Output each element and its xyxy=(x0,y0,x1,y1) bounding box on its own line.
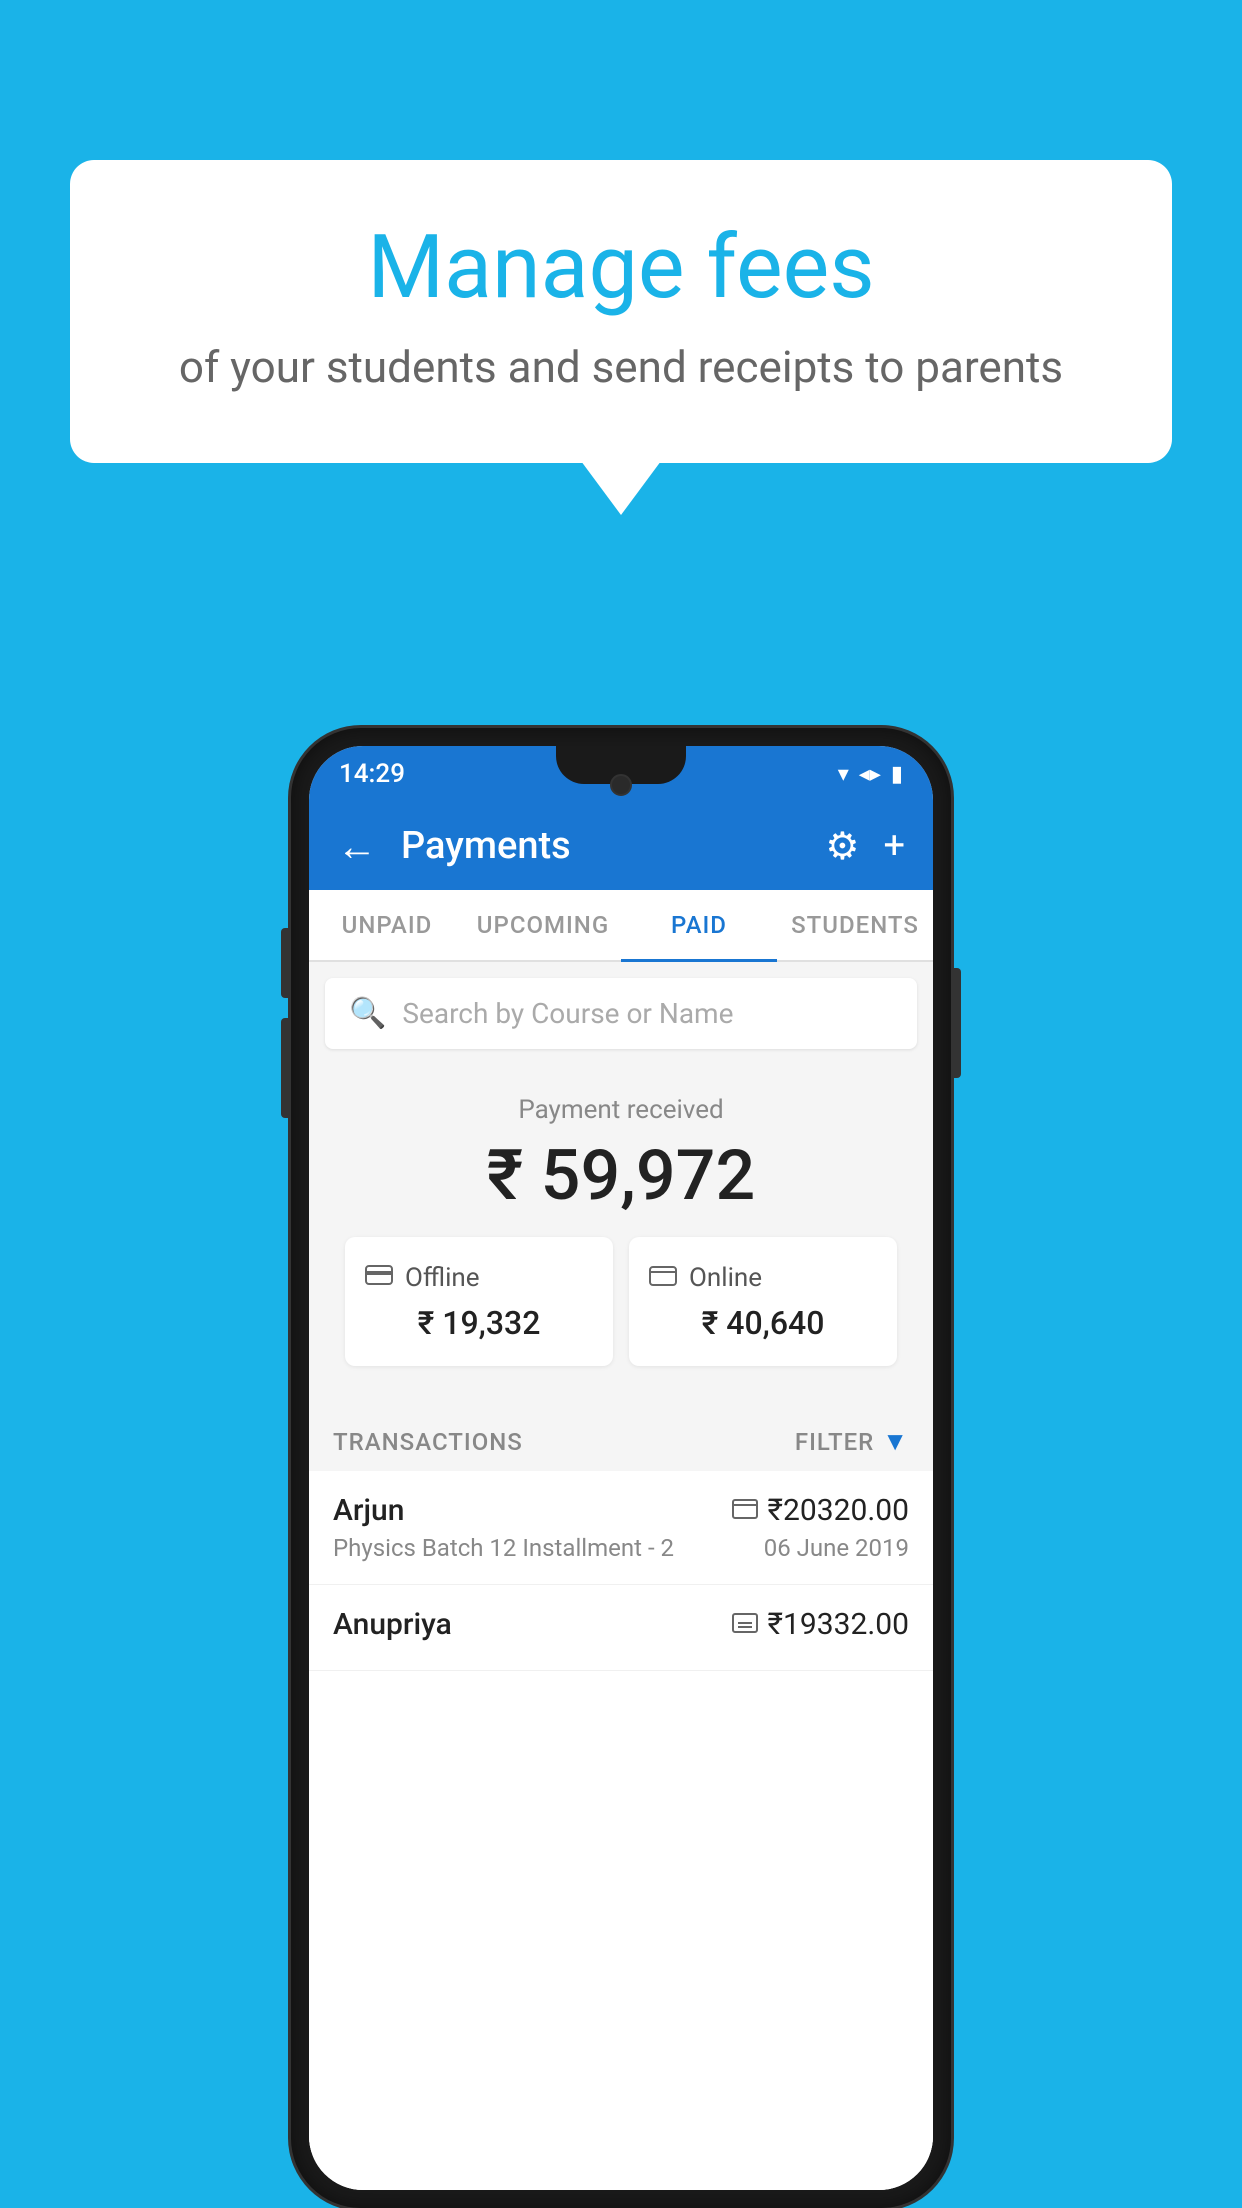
transaction-amount-wrap: ₹20320.00 xyxy=(732,1493,909,1528)
status-time: 14:29 xyxy=(339,759,405,789)
add-icon[interactable]: + xyxy=(883,824,905,868)
phone-frame: 14:29 ▾ ◂▸ ▮ ← Payments ⚙ + UNPAID xyxy=(291,728,951,2208)
transaction-amount-wrap: ₹19332.00 xyxy=(732,1607,909,1642)
transactions-label: TRANSACTIONS xyxy=(333,1428,523,1456)
tab-unpaid[interactable]: UNPAID xyxy=(309,890,465,960)
tabs-bar: UNPAID UPCOMING PAID STUDENTS xyxy=(309,890,933,962)
transaction-sub: Physics Batch 12 Installment - 2 06 June… xyxy=(333,1534,909,1562)
payment-type-icon xyxy=(732,1611,758,1639)
power-button xyxy=(953,968,961,1078)
offline-card-header: Offline xyxy=(365,1261,593,1294)
online-label: Online xyxy=(689,1263,762,1293)
app-bar: ← Payments ⚙ + xyxy=(309,802,933,890)
speech-bubble: Manage fees of your students and send re… xyxy=(70,160,1172,463)
payment-type-icon xyxy=(732,1497,758,1525)
transaction-main: Arjun ₹20320.00 xyxy=(333,1493,909,1528)
offline-amount: ₹ 19,332 xyxy=(365,1304,593,1342)
bubble-title: Manage fees xyxy=(150,220,1092,317)
transaction-main: Anupriya ₹19332.00 xyxy=(333,1607,909,1642)
transactions-header: TRANSACTIONS FILTER ▼ xyxy=(309,1406,933,1471)
online-amount: ₹ 40,640 xyxy=(649,1304,877,1342)
search-placeholder: Search by Course or Name xyxy=(402,997,733,1030)
phone-notch xyxy=(556,746,686,784)
transaction-amount: ₹19332.00 xyxy=(768,1607,909,1642)
phone-outer: 14:29 ▾ ◂▸ ▮ ← Payments ⚙ + UNPAID xyxy=(291,728,951,2208)
filter-button[interactable]: FILTER ▼ xyxy=(795,1426,909,1457)
transaction-row[interactable]: Anupriya ₹19332.00 xyxy=(309,1585,933,1671)
tab-paid[interactable]: PAID xyxy=(621,890,777,960)
transaction-name: Arjun xyxy=(333,1493,404,1528)
volume-down-button xyxy=(281,1018,289,1118)
transaction-row[interactable]: Arjun ₹20320.00 xyxy=(309,1471,933,1585)
payment-cards-row: Offline ₹ 19,332 xyxy=(329,1237,913,1386)
payment-received-label: Payment received xyxy=(329,1095,913,1125)
app-bar-actions: ⚙ + xyxy=(825,824,905,869)
transactions-list: Arjun ₹20320.00 xyxy=(309,1471,933,2190)
online-icon xyxy=(649,1261,677,1294)
phone-screen: 14:29 ▾ ◂▸ ▮ ← Payments ⚙ + UNPAID xyxy=(309,746,933,2190)
offline-label: Offline xyxy=(405,1263,480,1293)
search-bar[interactable]: 🔍 Search by Course or Name xyxy=(325,978,917,1049)
online-card-header: Online xyxy=(649,1261,877,1294)
status-icons: ▾ ◂▸ ▮ xyxy=(838,762,903,787)
signal-icon: ◂▸ xyxy=(859,762,881,787)
filter-label: FILTER xyxy=(795,1428,874,1456)
app-title: Payments xyxy=(401,824,825,868)
tab-upcoming[interactable]: UPCOMING xyxy=(465,890,621,960)
transaction-name: Anupriya xyxy=(333,1607,452,1642)
back-button[interactable]: ← xyxy=(337,823,377,870)
phone-camera xyxy=(610,774,632,796)
volume-up-button xyxy=(281,928,289,998)
speech-bubble-container: Manage fees of your students and send re… xyxy=(70,160,1172,463)
search-icon: 🔍 xyxy=(349,996,386,1031)
payment-summary: Payment received ₹ 59,972 xyxy=(309,1065,933,1406)
tab-students[interactable]: STUDENTS xyxy=(777,890,933,960)
offline-icon xyxy=(365,1261,393,1294)
battery-icon: ▮ xyxy=(891,762,903,787)
content-area: 🔍 Search by Course or Name Payment recei… xyxy=(309,962,933,2190)
transaction-date: 06 June 2019 xyxy=(764,1534,909,1562)
offline-payment-card: Offline ₹ 19,332 xyxy=(345,1237,613,1366)
bubble-subtitle: of your students and send receipts to pa… xyxy=(150,341,1092,393)
transaction-amount: ₹20320.00 xyxy=(768,1493,909,1528)
filter-icon: ▼ xyxy=(882,1426,909,1457)
payment-total-amount: ₹ 59,972 xyxy=(329,1135,913,1217)
settings-icon[interactable]: ⚙ xyxy=(825,824,859,869)
online-payment-card: Online ₹ 40,640 xyxy=(629,1237,897,1366)
transaction-course: Physics Batch 12 Installment - 2 xyxy=(333,1534,674,1562)
wifi-icon: ▾ xyxy=(838,762,849,787)
